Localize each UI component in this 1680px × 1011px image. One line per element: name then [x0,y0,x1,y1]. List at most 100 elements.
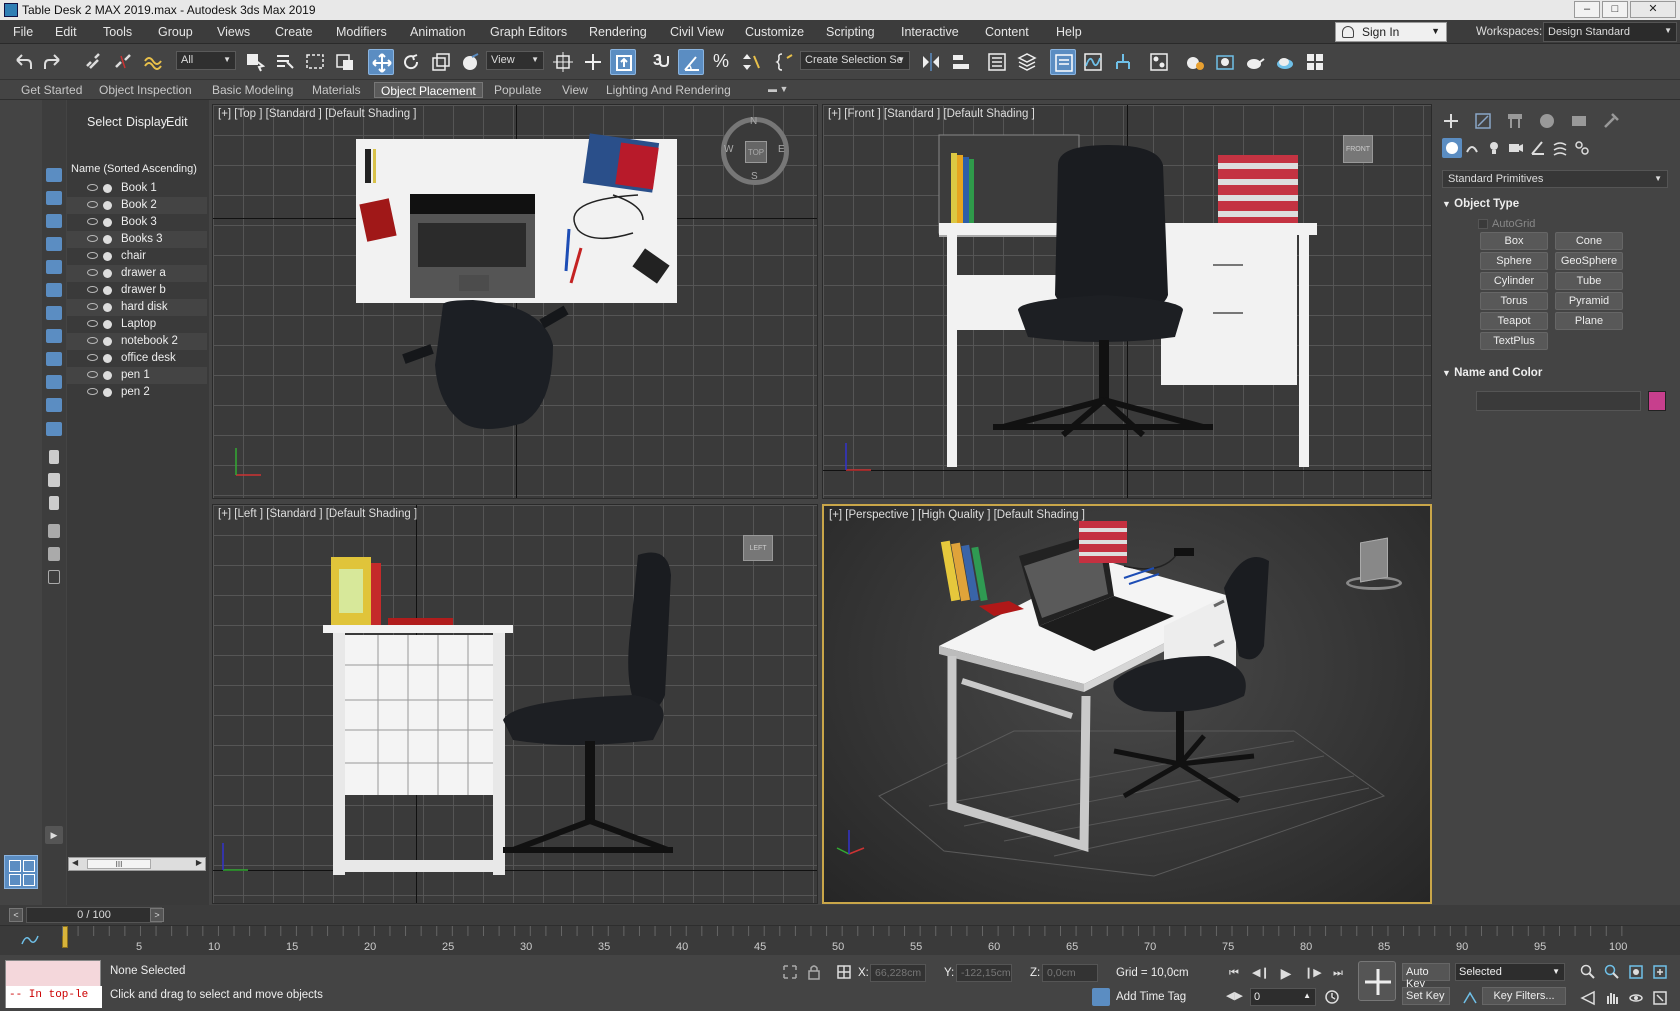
curve-editor-mini-icon[interactable] [20,932,40,946]
tab-get-started[interactable]: Get Started [15,82,88,98]
lights-category-icon[interactable] [1486,140,1502,156]
y-coord-input[interactable]: -122,15cm [956,964,1012,982]
shapes-filter-icon[interactable] [46,191,62,205]
curve-editor-button[interactable] [1080,49,1106,75]
reference-coord-select[interactable]: View ▼ [486,51,544,70]
set-key-mode-button[interactable]: Set Key [1402,987,1450,1005]
textplus-button[interactable]: TextPlus [1480,332,1548,350]
utilities-tab-icon[interactable] [1602,112,1622,130]
sort-column-header[interactable]: Name (Sorted Ascending) [71,163,197,175]
minimize-button[interactable]: – [1574,1,1600,18]
spacewarps-filter-icon[interactable] [46,283,62,297]
sign-in-dropdown[interactable]: Sign In ▼ [1335,22,1447,42]
selection-filter-select[interactable]: All ▼ [176,51,236,70]
geometry-category-icon[interactable] [1442,138,1462,158]
snaps-toggle-button[interactable]: 3 [648,49,674,75]
time-tag-icon[interactable] [1092,988,1110,1006]
filter-icon[interactable] [48,524,60,538]
sphere-button[interactable]: Sphere [1480,252,1548,270]
display-tab-icon[interactable] [1570,112,1590,130]
x-coord-input[interactable]: 66,228cm [870,964,926,982]
toggle-ribbon-button[interactable] [1050,49,1076,75]
link-button[interactable] [80,49,106,75]
eye-icon[interactable] [87,269,98,276]
scene-item-pen-1[interactable]: pen 1 [67,367,207,384]
menu-file[interactable]: File [13,25,33,39]
ribbon-options-button[interactable]: ▬ ▼ [762,83,794,99]
mirror-button[interactable] [918,49,944,75]
pivot-center-button[interactable] [550,49,576,75]
toggle-scene-explorer-button[interactable] [984,49,1010,75]
invert-display-icon[interactable] [49,496,59,510]
scene-item-chair[interactable]: chair [67,248,207,265]
key-filters-button[interactable]: Key Filters... [1482,987,1566,1005]
eye-icon[interactable] [87,388,98,395]
scroll-left-icon[interactable]: ◀ [72,858,78,867]
go-to-start-icon[interactable]: ⏮ [1226,965,1242,981]
tab-populate[interactable]: Populate [488,82,547,98]
viewport-top-label[interactable]: [+] [Top ] [Standard ] [Default Shading … [218,108,417,120]
absolute-mode-icon[interactable] [836,964,852,980]
menu-modifiers[interactable]: Modifiers [336,25,387,39]
scene-item-drawer-b[interactable]: drawer b [67,282,207,299]
groups-filter-icon[interactable] [46,306,62,320]
shapes-category-icon[interactable] [1464,140,1480,156]
name-and-color-rollout-header[interactable]: ▼ Name and Color [1442,367,1668,379]
keyboard-shortcut-override-button[interactable] [610,49,636,75]
render-production-button[interactable] [1242,49,1268,75]
menu-content[interactable]: Content [985,25,1029,39]
select-by-name-button[interactable] [272,49,298,75]
cameras-filter-icon[interactable] [46,237,62,251]
redo-button[interactable] [40,49,66,75]
add-time-tag-label[interactable]: Add Time Tag [1116,991,1186,1003]
select-and-place-button[interactable] [458,49,484,75]
align-button[interactable] [948,49,974,75]
eye-filter-icon[interactable] [46,422,62,436]
zoom-extents-all-icon[interactable] [1652,964,1668,980]
display-all-icon[interactable] [49,450,59,464]
next-frame-button[interactable]: > [150,908,164,922]
tab-lighting-and-rendering[interactable]: Lighting And Rendering [600,82,737,98]
scene-item-pen-2[interactable]: pen 2 [67,384,207,401]
edit-named-selection-button[interactable] [772,49,798,75]
viewcube-top-face[interactable]: TOP [745,141,767,163]
lock-icon[interactable] [806,964,822,980]
maximize-viewport-icon[interactable] [1652,990,1668,1006]
scene-menu-select[interactable]: Select [87,115,122,129]
angle-snap-button[interactable] [678,49,704,75]
menu-views[interactable]: Views [217,25,250,39]
tab-object-inspection[interactable]: Object Inspection [93,82,198,98]
spinner-snap-button[interactable] [738,49,764,75]
z-coord-input[interactable]: 0,0cm [1042,964,1098,982]
scene-menu-edit[interactable]: Edit [166,115,188,129]
time-slider-thumb[interactable]: 0 / 100 [26,907,162,923]
render-setup-button[interactable] [1182,49,1208,75]
cylinder-button[interactable]: Cylinder [1480,272,1548,290]
maxscript-output[interactable]: -- In top-le [6,986,102,1008]
scene-item-laptop[interactable]: Laptop [67,316,207,333]
viewcube-front-face[interactable]: FRONT [1343,135,1373,163]
scene-item-book-3[interactable]: Book 3 [67,214,207,231]
zoom-extents-icon[interactable] [1628,964,1644,980]
key-mode-toggle-icon[interactable]: ◀▶ [1226,988,1243,1004]
scroll-right-icon[interactable]: ▶ [196,858,202,867]
eye-icon[interactable] [87,337,98,344]
workspace-select[interactable]: Design Standard ▼ [1543,22,1677,42]
app-icon[interactable] [4,3,18,17]
previous-key-icon[interactable]: ◀❙ [1252,965,1270,981]
track-bar[interactable]: 5 10 15 20 25 30 35 40 45 50 55 60 65 70… [0,925,1680,955]
close-button[interactable]: ✕ [1630,1,1676,18]
eye-icon[interactable] [87,354,98,361]
zoom-all-icon[interactable] [1604,964,1620,980]
play-arrow-icon[interactable]: ▶ [45,826,63,844]
bones-filter-icon[interactable] [46,352,62,366]
window-crossing-button[interactable] [332,49,358,75]
folder-icon[interactable] [48,570,60,584]
select-and-move-button[interactable] [368,49,394,75]
funnel-icon[interactable] [48,547,60,561]
menu-group[interactable]: Group [158,25,193,39]
teapot-button[interactable]: Teapot [1480,312,1548,330]
render-in-cloud-button[interactable] [1272,49,1298,75]
menu-help[interactable]: Help [1056,25,1082,39]
eye-icon[interactable] [87,286,98,293]
